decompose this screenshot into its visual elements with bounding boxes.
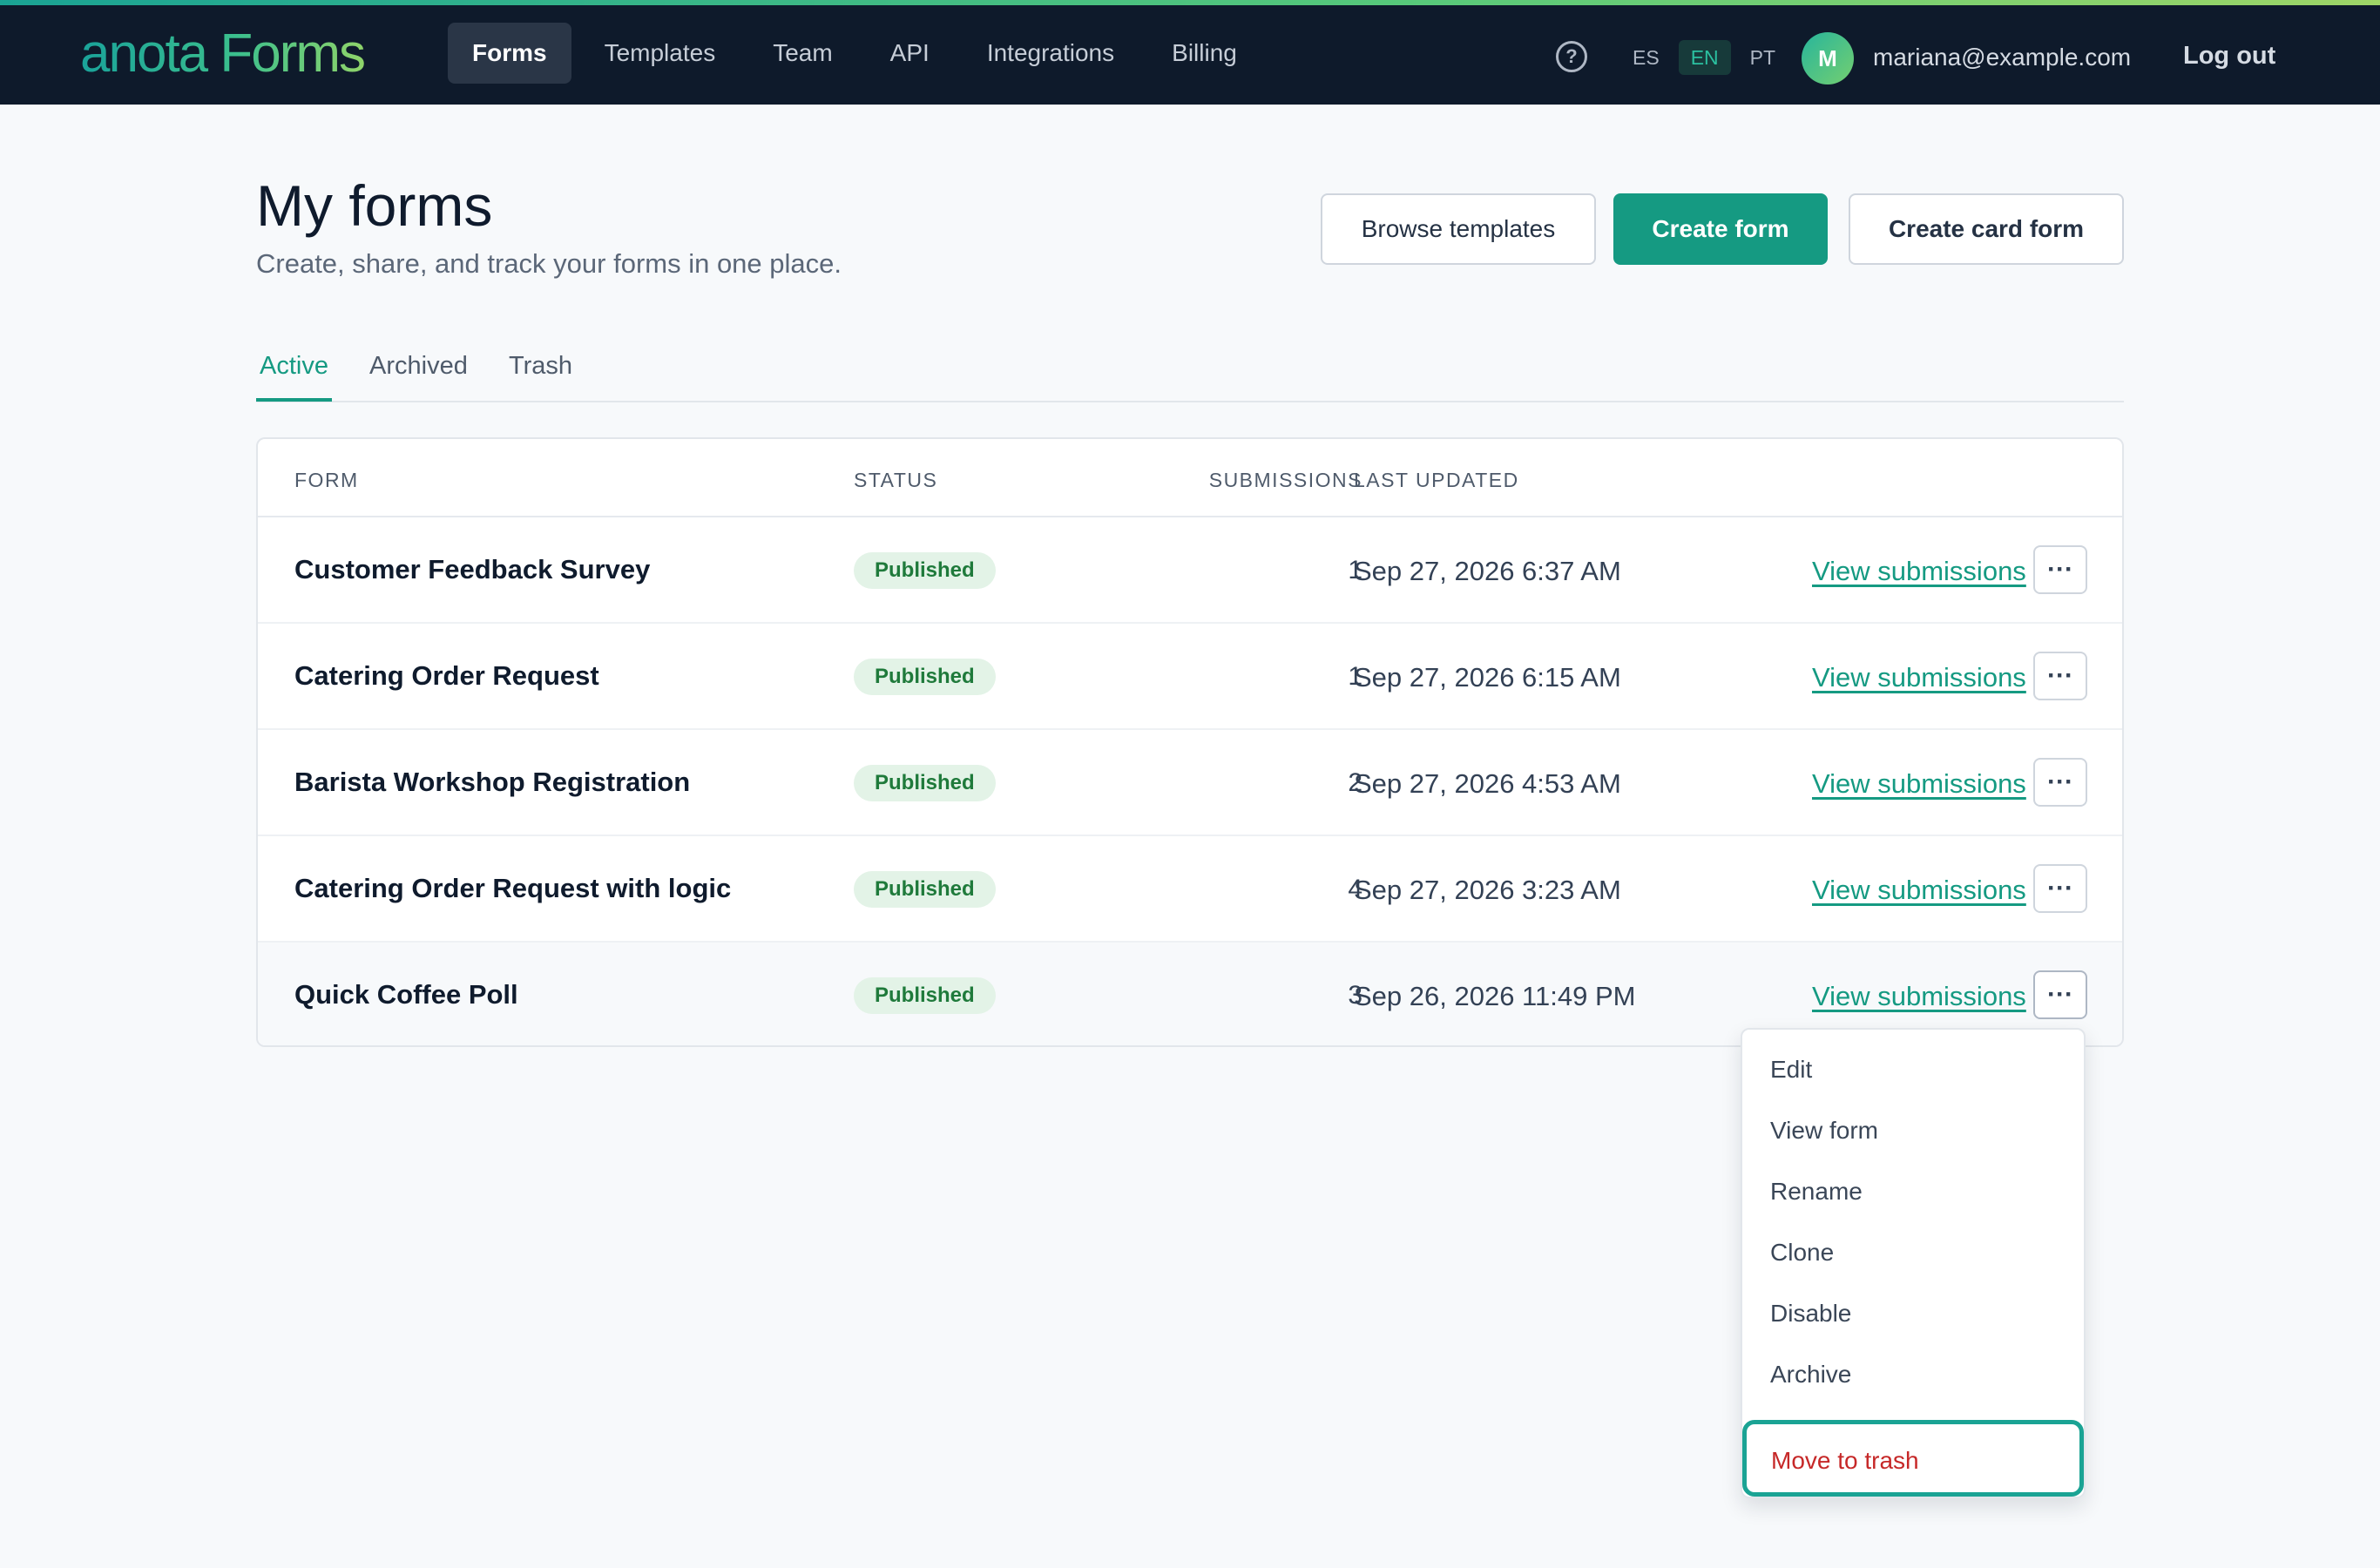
- nav-item-billing[interactable]: Billing: [1147, 23, 1261, 84]
- tab-archived[interactable]: Archived: [369, 352, 468, 398]
- logout-button[interactable]: Log out: [2183, 42, 2275, 71]
- tab-active[interactable]: Active: [256, 352, 332, 402]
- menu-item-archive[interactable]: Archive: [1770, 1361, 1851, 1389]
- top-navbar: anota Forms Forms Templates Team API Int…: [0, 0, 2380, 105]
- avatar[interactable]: M: [1802, 32, 1854, 84]
- view-submissions-link[interactable]: View submissions: [1812, 981, 2026, 1012]
- table-row: Customer Feedback Survey Published 1 Sep…: [258, 517, 2122, 624]
- nav-item-forms[interactable]: Forms: [448, 23, 571, 84]
- menu-item-rename[interactable]: Rename: [1770, 1178, 1863, 1206]
- column-header-submissions: SUBMISSIONS: [1208, 469, 1362, 491]
- submissions-count: 2: [1348, 768, 1362, 797]
- view-submissions-link[interactable]: View submissions: [1812, 662, 2026, 693]
- status-badge: Published: [854, 765, 996, 801]
- column-header-form: FORM: [294, 469, 359, 491]
- column-header-last-updated: LAST UPDATED: [1354, 469, 1519, 491]
- move-to-trash-label: Move to trash: [1771, 1447, 1919, 1474]
- status-badge: Published: [854, 552, 996, 589]
- main-nav: Forms Templates Team API Integrations Bi…: [448, 23, 1261, 84]
- menu-item-clone[interactable]: Clone: [1770, 1239, 1834, 1267]
- forms-tabs: Active Archived Trash: [256, 345, 2124, 402]
- nav-item-api[interactable]: API: [866, 23, 954, 84]
- more-actions-button[interactable]: ···: [2033, 970, 2087, 1019]
- form-name: Customer Feedback Survey: [294, 554, 651, 585]
- menu-item-move-to-trash[interactable]: Move to trash: [1742, 1420, 2084, 1497]
- user-email: mariana@example.com: [1873, 44, 2132, 71]
- form-name: Quick Coffee Poll: [294, 979, 518, 1010]
- column-header-status: STATUS: [854, 469, 938, 491]
- table-row: Barista Workshop Registration Published …: [258, 730, 2122, 836]
- table-header: FORM STATUS SUBMISSIONS LAST UPDATED: [258, 439, 2122, 517]
- submissions-count: 4: [1348, 875, 1362, 903]
- status-badge: Published: [854, 977, 996, 1014]
- menu-item-view-form[interactable]: View form: [1770, 1117, 1878, 1145]
- last-updated: Sep 27, 2026 3:23 AM: [1354, 875, 1621, 905]
- last-updated: Sep 27, 2026 6:37 AM: [1354, 556, 1621, 586]
- nav-item-team[interactable]: Team: [748, 23, 856, 84]
- browse-templates-button[interactable]: Browse templates: [1321, 193, 1596, 265]
- status-badge: Published: [854, 871, 996, 908]
- lang-pt-button[interactable]: PT: [1738, 40, 1788, 75]
- view-submissions-link[interactable]: View submissions: [1812, 556, 2026, 587]
- more-actions-button[interactable]: ···: [2033, 758, 2087, 807]
- page-subtitle: Create, share, and track your forms in o…: [256, 248, 842, 279]
- create-card-form-button[interactable]: Create card form: [1849, 193, 2124, 265]
- lang-en-button[interactable]: EN: [1678, 40, 1731, 75]
- nav-item-integrations[interactable]: Integrations: [963, 23, 1139, 84]
- submissions-count: 3: [1348, 981, 1362, 1010]
- question-circle-icon[interactable]: ?: [1556, 41, 1587, 72]
- form-actions-menu: Edit View form Rename Clone Disable Arch…: [1741, 1028, 2086, 1498]
- status-badge: Published: [854, 659, 996, 695]
- lang-es-button[interactable]: ES: [1620, 40, 1672, 75]
- last-updated: Sep 26, 2026 11:49 PM: [1354, 981, 1636, 1011]
- menu-item-disable[interactable]: Disable: [1770, 1300, 1851, 1328]
- last-updated: Sep 27, 2026 4:53 AM: [1354, 768, 1621, 799]
- submissions-count: 1: [1348, 662, 1362, 691]
- form-name: Catering Order Request with logic: [294, 873, 732, 903]
- submissions-count: 1: [1348, 556, 1362, 585]
- table-row: Catering Order Request with logic Publis…: [258, 836, 2122, 943]
- form-name: Catering Order Request: [294, 660, 599, 691]
- page-title: My forms: [256, 173, 493, 238]
- tab-trash[interactable]: Trash: [509, 352, 572, 398]
- more-actions-button[interactable]: ···: [2033, 545, 2087, 594]
- table-row: Catering Order Request Published 1 Sep 2…: [258, 624, 2122, 730]
- more-actions-button[interactable]: ···: [2033, 652, 2087, 700]
- view-submissions-link[interactable]: View submissions: [1812, 875, 2026, 906]
- view-submissions-link[interactable]: View submissions: [1812, 768, 2026, 800]
- nav-item-templates[interactable]: Templates: [580, 23, 740, 84]
- more-actions-button[interactable]: ···: [2033, 864, 2087, 913]
- language-switcher: ES EN PT: [1620, 40, 1788, 75]
- form-name: Barista Workshop Registration: [294, 767, 691, 797]
- create-form-button[interactable]: Create form: [1613, 193, 1828, 265]
- menu-item-edit[interactable]: Edit: [1770, 1056, 1812, 1084]
- last-updated: Sep 27, 2026 6:15 AM: [1354, 662, 1621, 693]
- forms-table: FORM STATUS SUBMISSIONS LAST UPDATED Cus…: [256, 437, 2124, 1047]
- app-logo[interactable]: anota Forms: [80, 24, 366, 84]
